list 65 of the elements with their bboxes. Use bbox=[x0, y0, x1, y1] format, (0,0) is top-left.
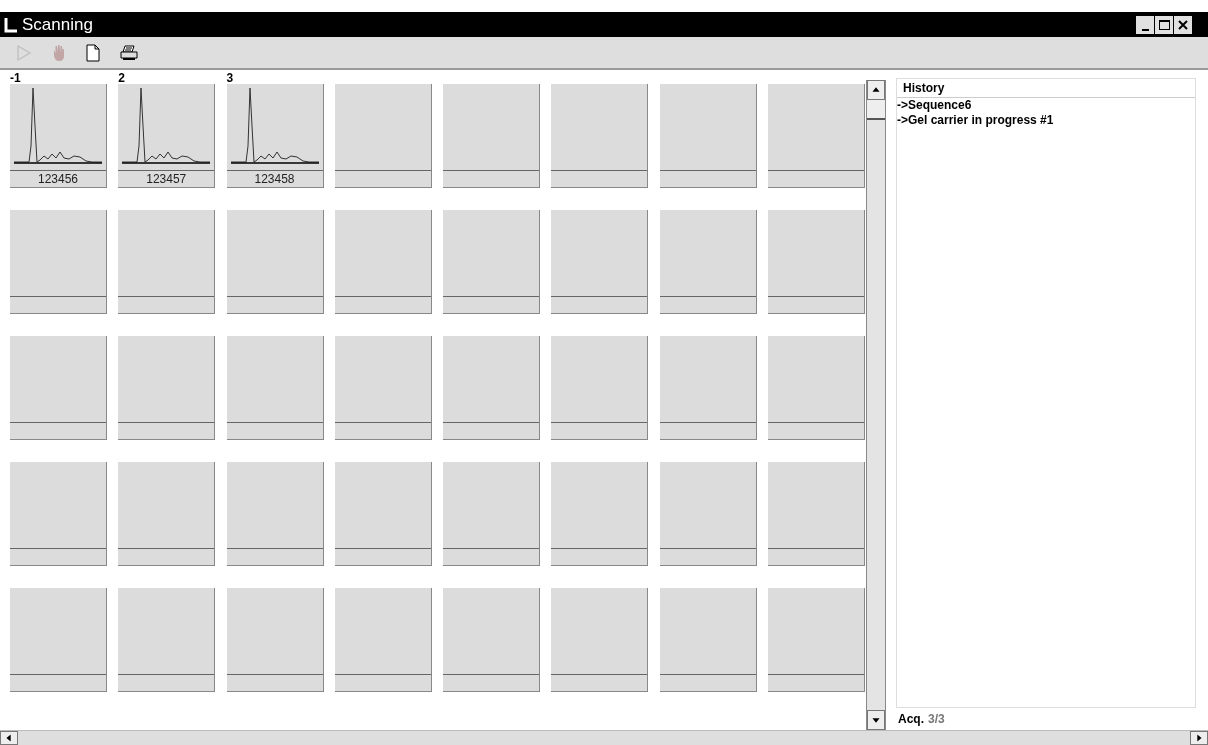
well-panel[interactable] bbox=[10, 210, 107, 314]
well-panel[interactable] bbox=[118, 588, 216, 692]
well-panel[interactable] bbox=[334, 84, 432, 188]
well-panel[interactable] bbox=[551, 84, 649, 188]
well-id: 123458 bbox=[254, 173, 295, 185]
new-document-icon[interactable] bbox=[86, 43, 100, 62]
status-value: 3/3 bbox=[928, 711, 945, 728]
well-panel[interactable] bbox=[10, 336, 107, 440]
vertical-scrollbar[interactable] bbox=[866, 80, 886, 730]
well-panel[interactable] bbox=[659, 84, 757, 188]
well-panel[interactable] bbox=[659, 210, 757, 314]
well-panel[interactable] bbox=[118, 336, 216, 440]
well-panel[interactable] bbox=[551, 588, 649, 692]
well-panel[interactable] bbox=[551, 462, 649, 566]
well-panel[interactable] bbox=[334, 336, 432, 440]
well-number: 3 bbox=[226, 72, 234, 84]
well-number: 2 bbox=[118, 72, 125, 84]
well-panel[interactable] bbox=[226, 588, 324, 692]
well-panel[interactable] bbox=[118, 210, 216, 314]
well-panel[interactable] bbox=[226, 462, 324, 566]
well-panel[interactable] bbox=[659, 336, 757, 440]
scroll-right-icon[interactable] bbox=[1190, 731, 1208, 745]
well-panel[interactable]: 123456 bbox=[10, 84, 107, 188]
well-panel[interactable] bbox=[767, 462, 865, 566]
close-button[interactable] bbox=[1174, 15, 1192, 34]
well-number: -1 bbox=[10, 72, 21, 84]
well-panel[interactable] bbox=[551, 210, 649, 314]
well-panel[interactable] bbox=[767, 210, 865, 314]
scroll-down-icon[interactable] bbox=[867, 710, 885, 730]
well-panel[interactable] bbox=[443, 84, 540, 188]
printer-icon[interactable] bbox=[120, 44, 138, 61]
history-entry: ->Gel carrier in progress #1 bbox=[897, 113, 1055, 128]
well-panel[interactable] bbox=[659, 462, 757, 566]
app-icon bbox=[4, 16, 18, 33]
well-panel[interactable] bbox=[443, 588, 540, 692]
well-panel[interactable] bbox=[226, 210, 324, 314]
well-panel[interactable]: 123458 bbox=[226, 84, 324, 188]
scroll-thumb[interactable] bbox=[867, 100, 885, 120]
window-title: Scanning bbox=[22, 16, 93, 33]
well-panel[interactable] bbox=[443, 210, 540, 314]
well-panel[interactable] bbox=[767, 588, 865, 692]
well-panel[interactable] bbox=[551, 336, 649, 440]
well-id: 123457 bbox=[146, 173, 187, 185]
well-panel[interactable] bbox=[334, 210, 432, 314]
horizontal-scrollbar[interactable] bbox=[0, 730, 1208, 745]
maximize-button[interactable] bbox=[1155, 15, 1173, 34]
well-panel[interactable]: 123457 bbox=[118, 84, 216, 188]
well-id: 123456 bbox=[37, 173, 78, 185]
close-icon bbox=[1178, 19, 1188, 30]
well-panel[interactable] bbox=[118, 462, 216, 566]
well-panel[interactable] bbox=[10, 462, 107, 566]
well-panel[interactable] bbox=[443, 336, 540, 440]
scroll-left-icon[interactable] bbox=[0, 731, 18, 745]
history-title: History bbox=[897, 79, 1195, 98]
well-panel[interactable] bbox=[334, 462, 432, 566]
well-panel[interactable] bbox=[226, 336, 324, 440]
minimize-button[interactable] bbox=[1136, 15, 1154, 34]
well-panel[interactable] bbox=[334, 588, 432, 692]
well-panel[interactable] bbox=[10, 588, 107, 692]
scroll-up-icon[interactable] bbox=[867, 80, 885, 100]
well-panel[interactable] bbox=[443, 462, 540, 566]
well-panel[interactable] bbox=[767, 336, 865, 440]
well-panel[interactable] bbox=[659, 588, 757, 692]
status-label: Acq. bbox=[898, 711, 924, 728]
history-entry: ->Sequence6 bbox=[897, 98, 973, 113]
